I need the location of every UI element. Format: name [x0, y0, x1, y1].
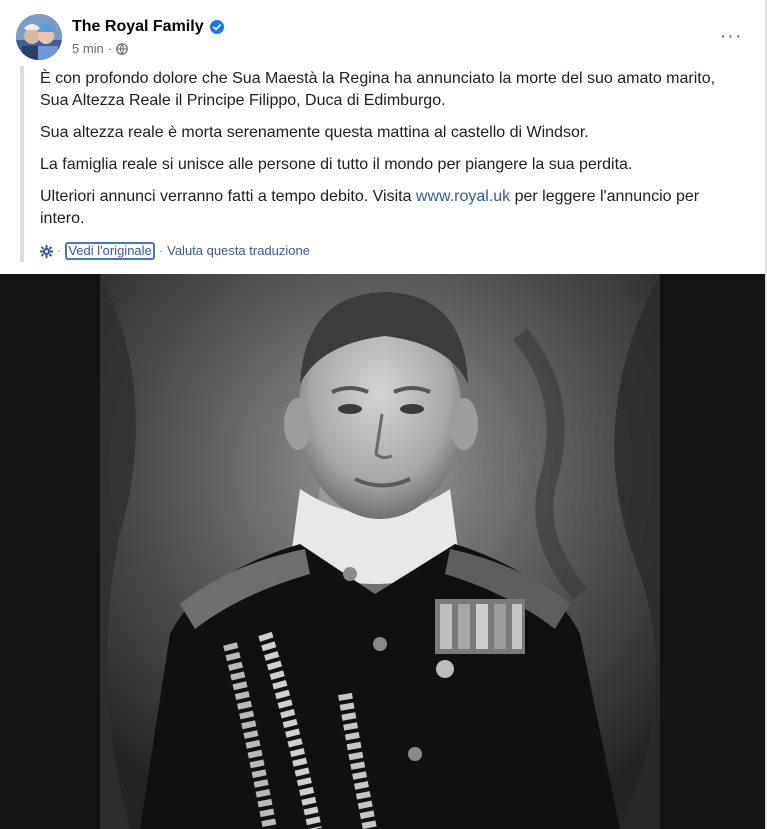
separator: ·	[158, 243, 164, 258]
author-name[interactable]: The Royal Family	[72, 18, 204, 36]
globe-icon	[116, 42, 128, 55]
post-meta: 5 min ·	[72, 41, 128, 56]
portrait-photo	[100, 274, 660, 829]
more-options-icon: ···	[719, 24, 743, 47]
paragraph-2: Sua altezza reale è morta serenamente qu…	[40, 124, 589, 141]
meta-separator: ·	[107, 41, 113, 56]
paragraph-1: È con profondo dolore che Sua Maestà la …	[40, 70, 716, 109]
separator: ·	[57, 243, 62, 258]
royal-uk-link[interactable]: www.royal.uk	[416, 188, 510, 205]
facebook-post: The Royal Family 5 min · ··· È con profo…	[0, 0, 766, 829]
paragraph-4-prefix: Ulteriori annunci verranno fatti a tempo…	[40, 188, 416, 205]
post-photo[interactable]	[0, 274, 765, 829]
translation-bar: · Vedi l'originale · Valuta questa tradu…	[40, 240, 747, 262]
gear-icon	[40, 244, 53, 258]
paragraph-4: Ulteriori annunci verranno fatti a tempo…	[40, 186, 747, 230]
see-original-link[interactable]: Vedi l'originale	[65, 242, 155, 260]
rate-translation-link[interactable]: Valuta questa traduzione	[167, 240, 310, 262]
more-options-button[interactable]: ···	[717, 22, 745, 50]
post-time[interactable]: 5 min	[72, 41, 104, 56]
avatar-image	[16, 14, 62, 60]
paragraph-3: La famiglia reale si unisce alle persone…	[40, 156, 633, 173]
author-row: The Royal Family	[72, 18, 224, 36]
post-header: The Royal Family 5 min · ···	[16, 14, 749, 62]
verified-badge-icon	[209, 20, 224, 34]
post-text: È con profondo dolore che Sua Maestà la …	[20, 66, 747, 262]
avatar[interactable]	[16, 14, 62, 60]
